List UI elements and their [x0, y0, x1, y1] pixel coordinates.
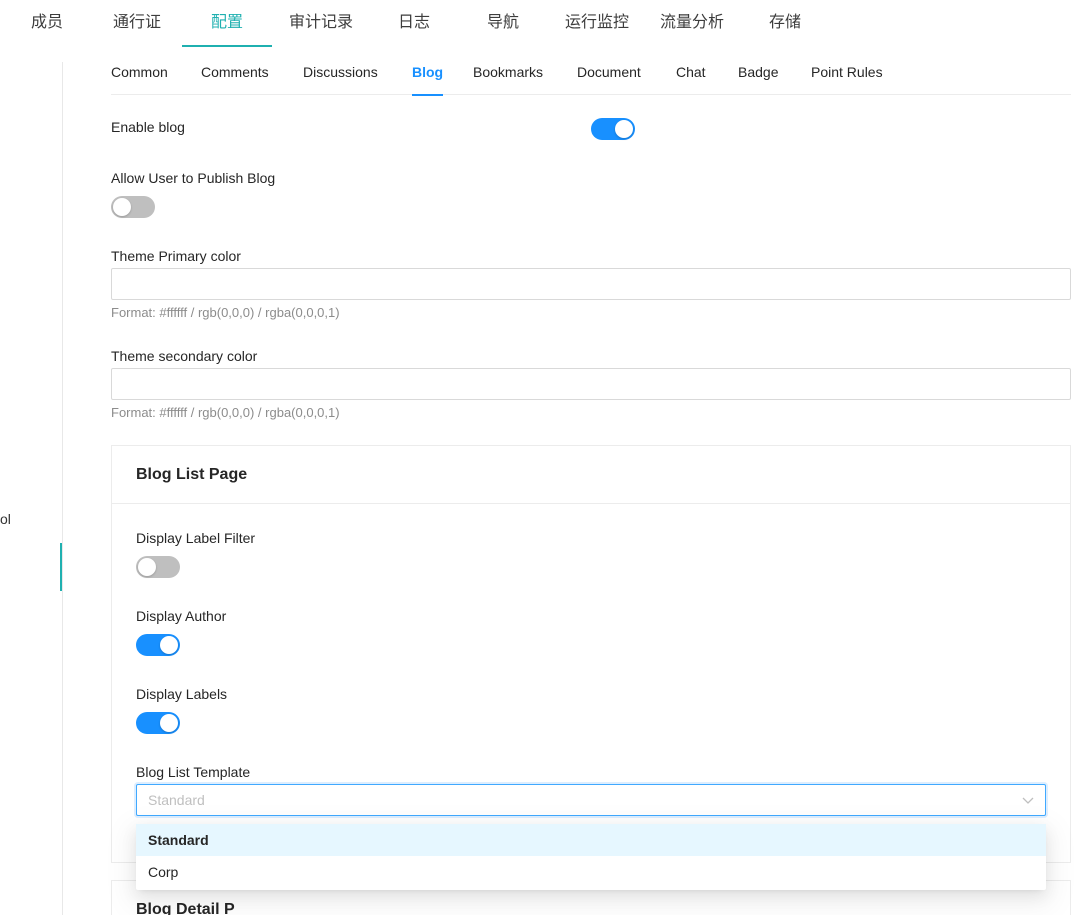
enable-blog-toggle[interactable]	[591, 118, 635, 140]
allow-publish-label: Allow User to Publish Blog	[111, 170, 276, 186]
display-label-filter-toggle[interactable]	[136, 556, 180, 578]
top-tab-audit-log[interactable]: 审计记录	[283, 0, 359, 47]
top-tab-config[interactable]: 配置	[182, 0, 272, 47]
secondary-color-hint: Format: #ffffff / rgb(0,0,0) / rgba(0,0,…	[111, 405, 340, 420]
secondary-color-input[interactable]	[111, 368, 1071, 400]
top-tab-members[interactable]: 成员	[22, 0, 72, 47]
display-author-toggle[interactable]	[136, 634, 180, 656]
display-labels-toggle[interactable]	[136, 712, 180, 734]
blog-list-template-label: Blog List Template	[136, 764, 251, 780]
tab-badge[interactable]: Badge	[738, 56, 778, 95]
top-tab-traffic-analysis[interactable]: 流量分析	[654, 0, 730, 47]
enable-blog-label: Enable blog	[111, 119, 185, 135]
display-author-label: Display Author	[136, 608, 227, 624]
top-tab-navigation[interactable]: 导航	[478, 0, 528, 47]
toggle-knob	[113, 198, 131, 216]
sidebar-divider	[62, 62, 63, 915]
tab-comments[interactable]: Comments	[201, 56, 269, 95]
primary-color-hint: Format: #ffffff / rgb(0,0,0) / rgba(0,0,…	[111, 305, 340, 320]
top-tab-monitoring[interactable]: 运行监控	[559, 0, 635, 47]
card-header: Blog List Page	[112, 446, 1070, 504]
primary-color-input[interactable]	[111, 268, 1071, 300]
top-tab-logs[interactable]: 日志	[390, 0, 438, 47]
toggle-knob	[160, 636, 178, 654]
toggle-knob	[615, 120, 633, 138]
toggle-knob	[138, 558, 156, 576]
tab-common[interactable]: Common	[111, 56, 168, 95]
settings-sub-tabs: Common Comments Discussions Blog Bookmar…	[111, 56, 1071, 96]
option-corp[interactable]: Corp	[136, 856, 1046, 888]
secondary-color-label: Theme secondary color	[111, 348, 258, 364]
display-labels-label: Display Labels	[136, 686, 228, 702]
tab-bookmarks[interactable]: Bookmarks	[473, 56, 543, 95]
display-label-filter-label: Display Label Filter	[136, 530, 256, 546]
sidebar-item-label[interactable]: ol	[0, 511, 11, 527]
chevron-down-icon	[1022, 797, 1034, 804]
sidebar-active-indicator	[60, 543, 62, 591]
template-dropdown-menu: Standard Corp	[136, 824, 1046, 890]
select-value: Standard	[148, 792, 205, 808]
top-navigation: 成员 通行证 配置 审计记录 日志 导航 运行监控 流量分析 存储	[0, 0, 1076, 47]
top-tab-storage[interactable]: 存储	[760, 0, 810, 47]
option-standard[interactable]: Standard	[136, 824, 1046, 856]
tab-blog[interactable]: Blog	[412, 56, 444, 96]
card-title: Blog Detail P	[136, 901, 235, 915]
card-title: Blog List Page	[136, 466, 248, 483]
tab-document[interactable]: Document	[577, 56, 641, 95]
primary-color-label: Theme Primary color	[111, 248, 241, 264]
tab-chat[interactable]: Chat	[676, 56, 706, 95]
toggle-knob	[160, 714, 178, 732]
allow-publish-toggle[interactable]	[111, 196, 155, 218]
top-tab-passport[interactable]: 通行证	[104, 0, 170, 47]
tab-discussions[interactable]: Discussions	[303, 56, 378, 95]
tab-point-rules[interactable]: Point Rules	[811, 56, 883, 95]
blog-list-template-select[interactable]: Standard	[136, 784, 1046, 816]
